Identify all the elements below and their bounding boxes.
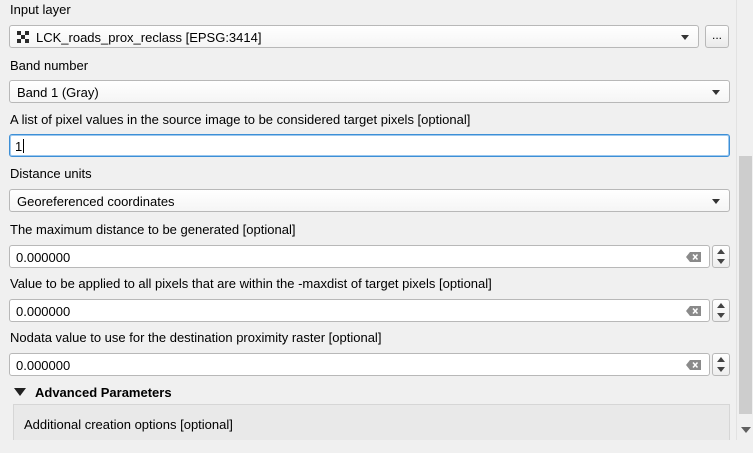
nodata-value-value: 0.000000 <box>16 358 71 373</box>
clear-backspace-icon[interactable] <box>686 306 701 316</box>
max-distance-input[interactable]: 0.000000 <box>9 245 710 268</box>
band-number-label: Band number <box>10 58 89 73</box>
target-pixels-input[interactable]: 1 <box>9 134 730 157</box>
band-number-value: Band 1 (Gray) <box>17 85 99 100</box>
text-cursor <box>23 139 25 153</box>
step-down-icon[interactable] <box>717 367 725 372</box>
clear-backspace-icon[interactable] <box>686 360 701 370</box>
triangle-down-icon <box>14 388 26 396</box>
max-distance-label: The maximum distance to be generated [op… <box>10 222 296 237</box>
nodata-value-label: Nodata value to use for the destination … <box>10 330 382 345</box>
step-up-icon[interactable] <box>717 249 725 254</box>
chevron-down-icon <box>712 90 720 95</box>
step-down-icon[interactable] <box>717 313 725 318</box>
step-down-icon[interactable] <box>717 259 725 264</box>
nodata-value-input[interactable]: 0.000000 <box>9 353 710 376</box>
advanced-parameters-toggle[interactable]: Advanced Parameters <box>14 385 172 400</box>
advanced-parameters-title: Advanced Parameters <box>35 385 172 400</box>
distance-units-combobox[interactable]: Georeferenced coordinates <box>9 189 730 212</box>
browse-button[interactable]: ... <box>705 25 729 48</box>
replace-value-stepper[interactable] <box>712 299 730 322</box>
distance-units-label: Distance units <box>10 166 92 181</box>
replace-value-input[interactable]: 0.000000 <box>9 299 710 322</box>
step-up-icon[interactable] <box>717 357 725 362</box>
parameters-panel: Input layer LCK_roads_prox_reclass [EPSG… <box>0 0 736 453</box>
scroll-down-arrow-icon[interactable] <box>741 427 751 433</box>
chevron-down-icon <box>681 35 689 40</box>
target-pixels-value: 1 <box>15 139 23 154</box>
distance-units-value: Georeferenced coordinates <box>17 194 175 209</box>
nodata-value-stepper[interactable] <box>712 353 730 376</box>
target-pixels-label: A list of pixel values in the source ima… <box>10 112 471 127</box>
creation-options-label: Additional creation options [optional] <box>24 417 233 432</box>
vertical-scrollbar[interactable] <box>736 0 753 440</box>
input-layer-value: LCK_roads_prox_reclass [EPSG:3414] <box>36 30 262 45</box>
replace-value-value: 0.000000 <box>16 304 71 319</box>
max-distance-value: 0.000000 <box>16 250 71 265</box>
step-up-icon[interactable] <box>717 303 725 308</box>
raster-layer-icon <box>17 31 31 43</box>
chevron-down-icon <box>712 199 720 204</box>
band-number-combobox[interactable]: Band 1 (Gray) <box>9 80 730 103</box>
input-layer-combobox[interactable]: LCK_roads_prox_reclass [EPSG:3414] <box>9 25 699 48</box>
max-distance-stepper[interactable] <box>712 245 730 268</box>
replace-value-label: Value to be applied to all pixels that a… <box>10 276 492 291</box>
scrollbar-thumb[interactable] <box>739 156 752 414</box>
input-layer-label: Input layer <box>10 2 71 17</box>
clear-backspace-icon[interactable] <box>686 252 701 262</box>
bottom-strip <box>0 440 753 453</box>
